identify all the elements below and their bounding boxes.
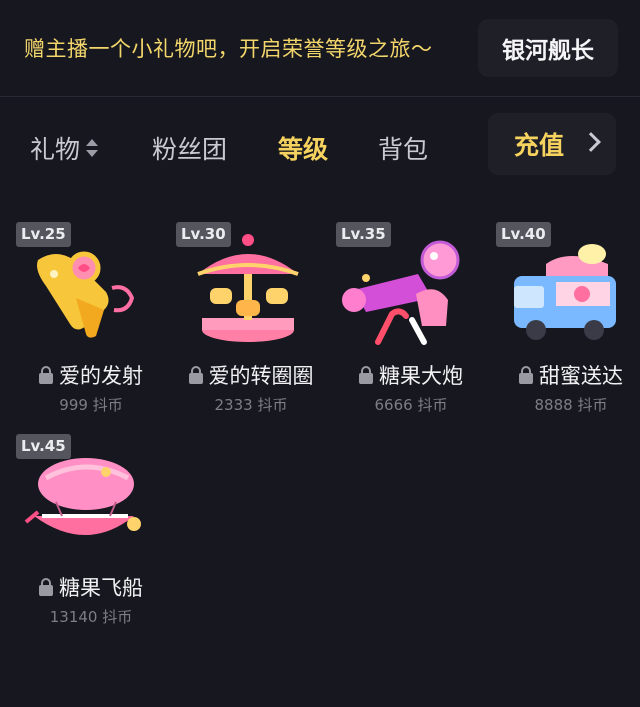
header-banner: 赠主播一个小礼物吧，开启荣誉等级之旅～ 银河舰长 [0, 0, 640, 97]
gift-name: 甜蜜送达 [539, 364, 623, 388]
gift-name: 爱的转圈圈 [208, 364, 314, 388]
level-badge: Lv.30 [176, 222, 231, 247]
tab-gifts[interactable]: 礼物 [30, 130, 99, 166]
lock-icon [39, 366, 53, 384]
tab-level[interactable]: 等级 [278, 130, 328, 166]
gift-price: 8888 抖币 [534, 396, 608, 414]
tab-fan-club[interactable]: 粉丝团 [152, 130, 227, 166]
level-badge: Lv.40 [496, 222, 551, 247]
gift-name: 爱的发射 [59, 364, 143, 388]
recharge-label: 充值 [514, 131, 565, 160]
gift-price: 999 抖币 [59, 396, 123, 414]
gift-item-love-carousel[interactable]: Lv.30 爱的转圈圈 2333 抖币 [176, 222, 326, 417]
tab-gifts-label: 礼物 [30, 135, 81, 164]
candy-airship-image [24, 458, 141, 535]
tab-backpack[interactable]: 背包 [378, 130, 428, 166]
gift-name-row: 爱的发射 [16, 360, 166, 390]
tab-bar: 礼物 粉丝团 等级 背包 充值 [0, 112, 640, 178]
gift-price: 6666 抖币 [374, 396, 448, 414]
lock-icon [519, 366, 533, 384]
tab-level-label: 等级 [278, 135, 329, 164]
sort-icon [86, 138, 99, 158]
gift-item-candy-cannon[interactable]: Lv.35 糖果大炮 6666 抖币 [336, 222, 486, 417]
chevron-right-icon [581, 132, 601, 152]
rank-button[interactable]: 银河舰长 [478, 19, 618, 77]
tab-backpack-label: 背包 [378, 135, 429, 164]
love-launcher-image [37, 251, 135, 338]
gift-name: 糖果飞船 [59, 576, 143, 600]
gift-item-sweet-delivery[interactable]: Lv.40 甜蜜送达 8888 抖币 [496, 222, 640, 417]
candy-cannon-image [342, 240, 460, 345]
level-badge: Lv.45 [16, 434, 71, 459]
banner-message: 赠主播一个小礼物吧，开启荣誉等级之旅～ [24, 37, 433, 61]
carousel-image [197, 234, 299, 342]
gift-price: 13140 抖币 [49, 608, 133, 626]
level-badge: Lv.25 [16, 222, 71, 247]
gift-name-row: 糖果大炮 [336, 360, 486, 390]
lock-icon [39, 578, 53, 596]
gift-name: 糖果大炮 [379, 364, 463, 388]
gift-item-candy-airship[interactable]: Lv.45 糖果飞船 13140 抖币 [16, 434, 166, 629]
gift-name-row: 甜蜜送达 [496, 360, 640, 390]
lock-icon [188, 366, 203, 384]
level-badge: Lv.35 [336, 222, 391, 247]
gift-name-row: 爱的转圈圈 [176, 360, 326, 390]
tab-fan-club-label: 粉丝团 [152, 135, 228, 164]
lock-icon [359, 366, 373, 384]
sweet-delivery-truck-image [514, 244, 616, 340]
recharge-button[interactable]: 充值 [488, 113, 616, 175]
gift-name-row: 糖果飞船 [16, 572, 166, 602]
gift-item-love-launcher[interactable]: Lv.25 爱的发射 999 抖币 [16, 222, 166, 417]
gift-price: 2333 抖币 [214, 396, 288, 414]
